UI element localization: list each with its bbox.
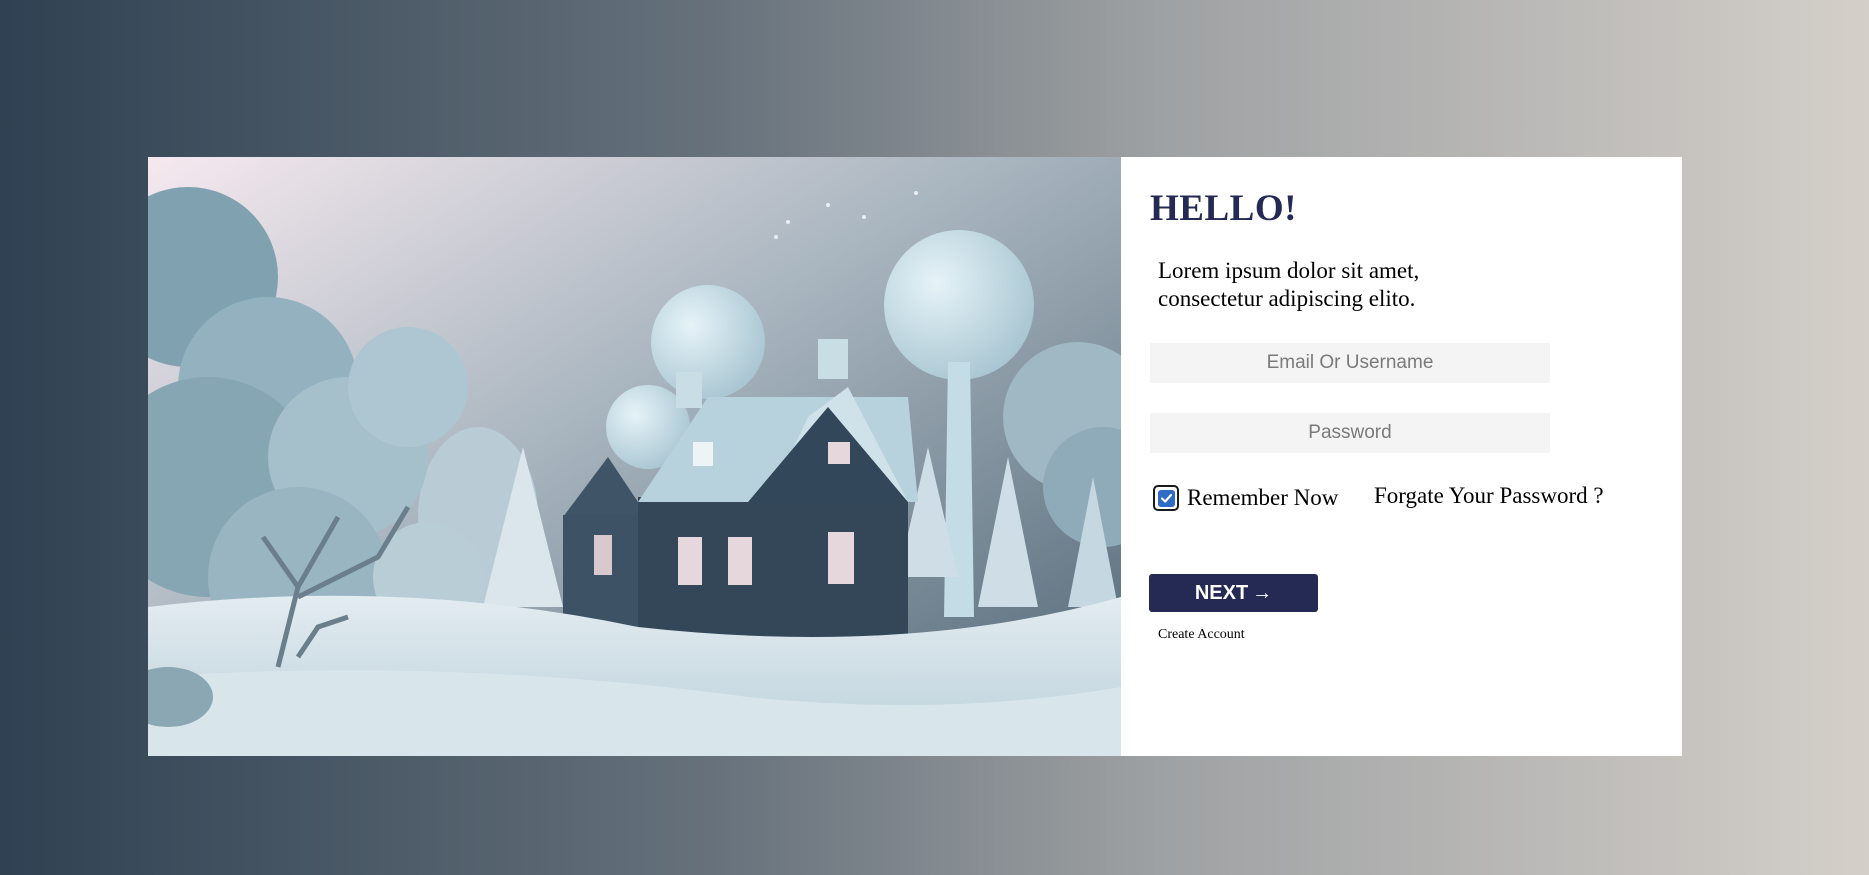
arrow-right-icon: → (1252, 581, 1273, 604)
subtitle-text: Lorem ipsum dolor sit amet, consectetur … (1158, 258, 1420, 311)
login-panel: HELLO! Lorem ipsum dolor sit amet, conse… (1121, 157, 1682, 756)
next-button-label: NEXT (1194, 581, 1249, 604)
login-card: HELLO! Lorem ipsum dolor sit amet, conse… (148, 157, 1682, 756)
email-field[interactable] (1150, 343, 1550, 383)
create-account-link[interactable]: Create Account (1158, 627, 1245, 643)
forgot-password-link[interactable]: Forgate Your Password ? (1374, 483, 1604, 509)
page-title: HELLO! (1150, 188, 1297, 229)
winter-cottage-illustration (148, 157, 1121, 756)
remember-me: Remember Now (1153, 485, 1338, 511)
hero-image (148, 157, 1121, 756)
remember-label: Remember Now (1187, 485, 1339, 510)
next-button[interactable]: NEXT → (1149, 574, 1318, 612)
check-icon (1157, 489, 1175, 507)
password-field[interactable] (1150, 413, 1550, 453)
remember-checkbox[interactable] (1153, 485, 1179, 511)
